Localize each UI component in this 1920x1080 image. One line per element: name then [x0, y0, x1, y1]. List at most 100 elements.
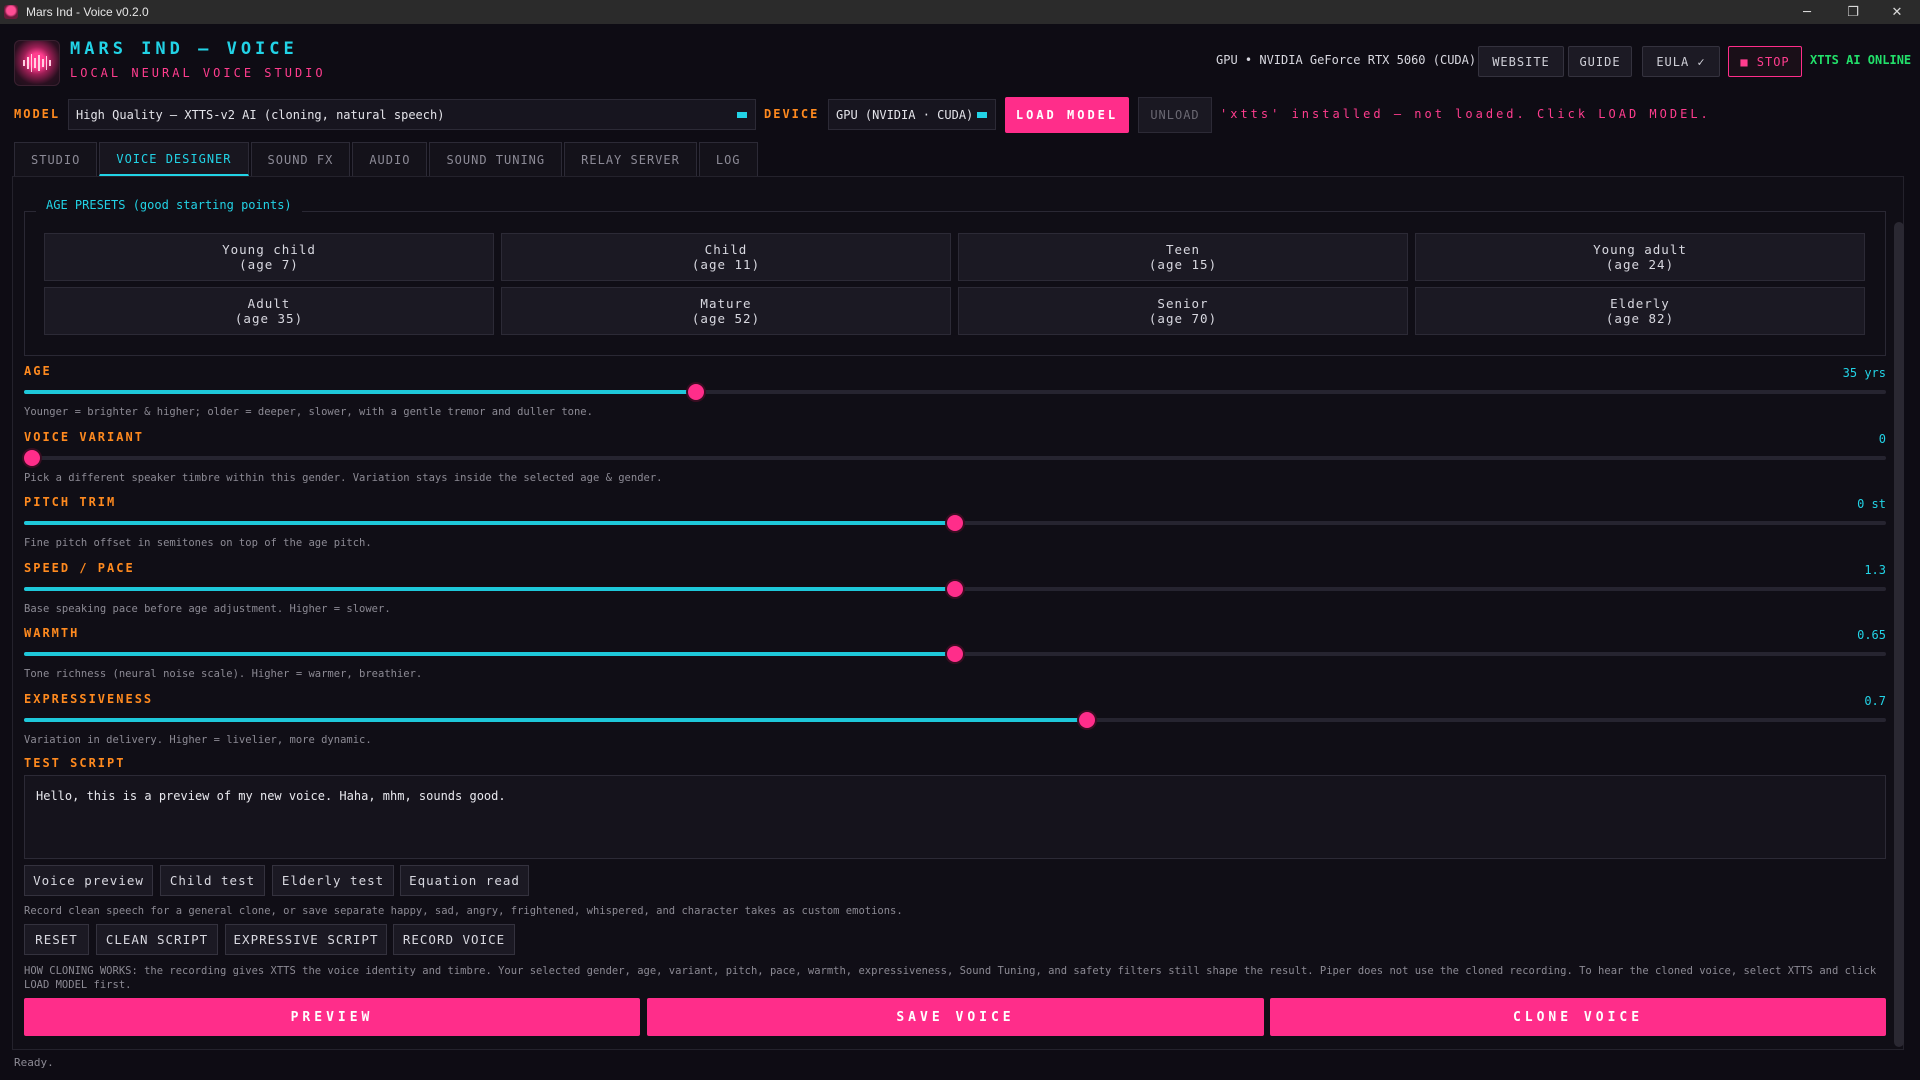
stop-button[interactable]: ■ STOP [1728, 46, 1802, 77]
expressive-script-button[interactable]: EXPRESSIVE SCRIPT [225, 924, 387, 955]
tab-relay-server[interactable]: RELAY SERVER [564, 142, 697, 176]
preset-name: Senior [1157, 296, 1209, 311]
preset-mature-button[interactable]: Mature (age 52) [501, 287, 951, 335]
record-help-text: Record clean speech for a general clone,… [24, 905, 903, 917]
preset-age: (age 11) [691, 257, 761, 272]
voice-preview-button[interactable]: Voice preview [24, 865, 153, 896]
chevron-down-icon [977, 111, 987, 118]
age-label: AGE [24, 364, 52, 378]
preset-senior-button[interactable]: Senior (age 70) [958, 287, 1408, 335]
slider-handle[interactable] [947, 515, 963, 531]
preview-button[interactable]: PREVIEW [24, 998, 640, 1036]
gpu-info: GPU • NVIDIA GeForce RTX 5060 (CUDA) [1216, 53, 1477, 67]
preset-age: (age 52) [691, 311, 761, 326]
test-script-label: TEST SCRIPT [24, 756, 126, 770]
tab-studio[interactable]: STUDIO [14, 142, 98, 176]
cloning-help-text: HOW CLONING WORKS: the recording gives X… [24, 965, 1877, 991]
pitch-trim-label: PITCH TRIM [24, 495, 117, 509]
preset-age: (age 7) [239, 257, 299, 272]
model-label: MODEL [14, 107, 61, 121]
slider-handle[interactable] [947, 646, 963, 662]
online-status: XTTS AI ONLINE [1810, 53, 1912, 67]
slider-fill [24, 652, 955, 656]
pitch-trim-value: 0 st [1857, 497, 1886, 511]
website-button[interactable]: WEBSITE [1478, 46, 1564, 77]
device-select[interactable]: GPU (NVIDIA · CUDA) [828, 99, 996, 130]
speed-pace-slider[interactable] [24, 581, 1886, 597]
speed-pace-label: SPEED / PACE [24, 561, 135, 575]
load-model-button[interactable]: LOAD MODEL [1005, 97, 1129, 133]
eula-button[interactable]: EULA ✓ [1642, 46, 1720, 77]
voice-variant-slider[interactable] [24, 450, 1886, 466]
model-select[interactable]: High Quality — XTTS-v2 AI (cloning, natu… [68, 99, 756, 130]
warmth-slider[interactable] [24, 646, 1886, 662]
speed-pace-value: 1.3 [1864, 563, 1886, 577]
app-icon [4, 5, 18, 19]
expressiveness-value: 0.7 [1864, 694, 1886, 708]
preset-young-adult-button[interactable]: Young adult (age 24) [1415, 233, 1865, 281]
warmth-value: 0.65 [1857, 628, 1886, 642]
clean-script-button[interactable]: CLEAN SCRIPT [96, 924, 218, 955]
minimize-icon[interactable]: ─ [1784, 0, 1830, 24]
record-voice-button[interactable]: RECORD VOICE [393, 924, 515, 955]
preset-teen-button[interactable]: Teen (age 15) [958, 233, 1408, 281]
slider-fill [24, 521, 955, 525]
age-presets-legend: AGE PRESETS (good starting points) [36, 198, 302, 212]
child-test-button[interactable]: Child test [160, 865, 265, 896]
preset-name: Elderly [1610, 296, 1670, 311]
slider-fill [24, 390, 697, 394]
preset-name: Adult [247, 296, 291, 311]
tab-log[interactable]: LOG [698, 142, 758, 176]
preset-name: Teen [1165, 242, 1201, 257]
expressiveness-slider[interactable] [24, 712, 1886, 728]
clone-voice-button[interactable]: CLONE VOICE [1270, 998, 1886, 1036]
preset-name: Mature [700, 296, 752, 311]
vertical-scrollbar[interactable] [1894, 222, 1904, 1047]
model-status: 'xtts' installed — not loaded. Click LOA… [1220, 107, 1711, 121]
voice-variant-help: Pick a different speaker timbre within t… [24, 472, 663, 484]
slider-fill [24, 587, 955, 591]
equation-read-button[interactable]: Equation read [400, 865, 529, 896]
brand-tagline: LOCAL NEURAL VOICE STUDIO [70, 66, 326, 80]
window-titlebar: Mars Ind - Voice v0.2.0 [0, 0, 1920, 24]
slider-handle[interactable] [24, 450, 40, 466]
preset-elderly-button[interactable]: Elderly (age 82) [1415, 287, 1865, 335]
tab-sound-tuning[interactable]: SOUND TUNING [429, 142, 563, 176]
chevron-down-icon [737, 111, 747, 118]
tab-voice-designer[interactable]: VOICE DESIGNER [99, 142, 249, 176]
guide-button[interactable]: GUIDE [1568, 46, 1632, 77]
model-select-value: High Quality — XTTS-v2 AI (cloning, natu… [76, 107, 445, 122]
save-voice-button[interactable]: SAVE VOICE [647, 998, 1264, 1036]
preset-child-button[interactable]: Child (age 11) [501, 233, 951, 281]
voice-variant-value: 0 [1878, 432, 1886, 446]
age-slider[interactable] [24, 384, 1886, 400]
preset-adult-button[interactable]: Adult (age 35) [44, 287, 494, 335]
status-bar: Ready. [14, 1056, 54, 1069]
elderly-test-button[interactable]: Elderly test [272, 865, 394, 896]
slider-handle[interactable] [947, 581, 963, 597]
tab-sound-fx[interactable]: SOUND FX [250, 142, 351, 176]
preset-name: Young child [222, 242, 316, 257]
speed-pace-help: Base speaking pace before age adjustment… [24, 603, 391, 615]
expressiveness-help: Variation in delivery. Higher = livelier… [24, 734, 372, 746]
restore-icon[interactable]: ❐ [1830, 0, 1876, 24]
test-script-textarea[interactable]: Hello, this is a preview of my new voice… [24, 775, 1886, 859]
preset-young-child-button[interactable]: Young child (age 7) [44, 233, 494, 281]
logo-icon [14, 40, 60, 86]
tab-bar: STUDIO VOICE DESIGNER SOUND FX AUDIO SOU… [14, 142, 760, 176]
age-value: 35 yrs [1842, 366, 1886, 380]
voice-variant-label: VOICE VARIANT [24, 430, 144, 444]
age-help: Younger = brighter & higher; older = dee… [24, 406, 593, 418]
unload-button[interactable]: UNLOAD [1138, 97, 1212, 133]
slider-fill [24, 718, 1088, 722]
device-select-value: GPU (NVIDIA · CUDA) [836, 107, 974, 122]
preset-age: (age 35) [234, 311, 304, 326]
preset-age: (age 70) [1148, 311, 1218, 326]
tab-audio[interactable]: AUDIO [352, 142, 428, 176]
pitch-trim-slider[interactable] [24, 515, 1886, 531]
warmth-help: Tone richness (neural noise scale). High… [24, 668, 423, 680]
device-label: DEVICE [764, 107, 820, 121]
warmth-label: WARMTH [24, 626, 80, 640]
reset-button[interactable]: RESET [24, 924, 89, 955]
close-icon[interactable]: ✕ [1874, 0, 1920, 24]
